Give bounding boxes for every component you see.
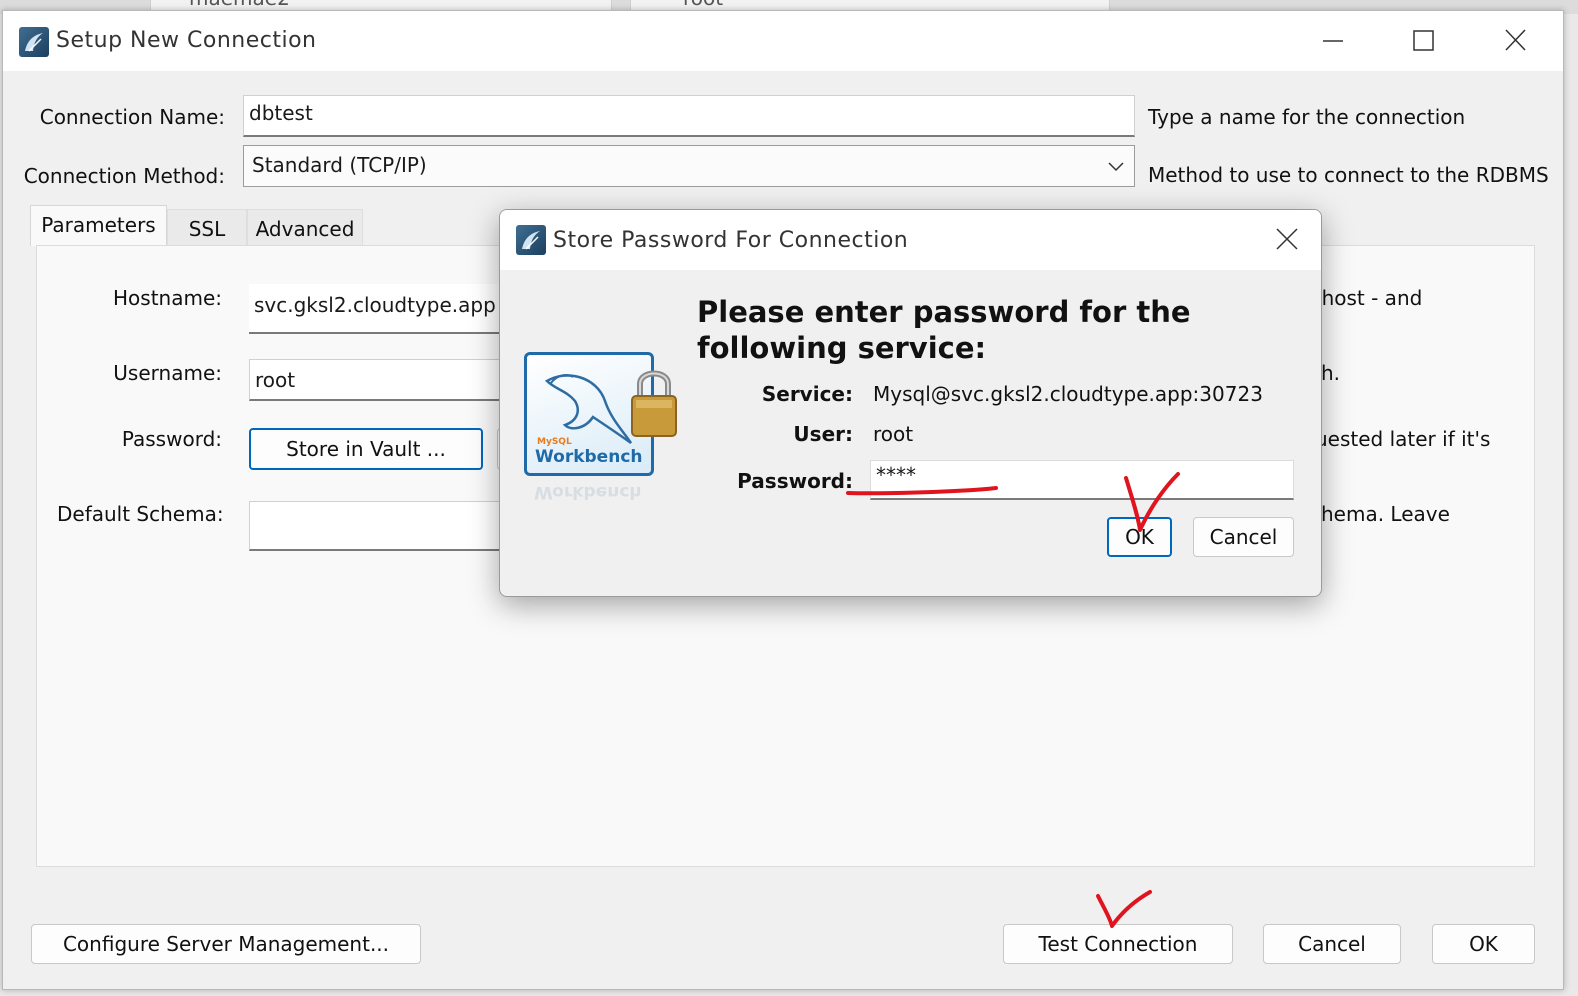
chevron-down-icon [1108, 162, 1124, 172]
close-button[interactable] [1495, 23, 1535, 59]
mysql-workbench-app-icon [19, 27, 49, 57]
test-connection-button[interactable]: Test Connection [1003, 924, 1233, 964]
dialog-password-input[interactable]: **** [870, 460, 1294, 500]
default-schema-hint: hema. Leave [1321, 502, 1450, 526]
dialog-heading-line1: Please enter password for the [697, 295, 1191, 329]
password-label: Password: [121, 427, 222, 451]
dialog-title: Store Password For Connection [553, 228, 909, 253]
window-title: Setup New Connection [56, 28, 317, 53]
logo-workbench-text: Workbench [535, 447, 643, 467]
hostname-label: Hostname: [113, 286, 222, 310]
dialog-heading: Please enter password for the following … [697, 294, 1191, 366]
configure-server-management-button[interactable]: Configure Server Management... [31, 924, 421, 964]
connection-name-hint: Type a name for the connection [1148, 105, 1466, 129]
dialog-cancel-button[interactable]: Cancel [1193, 517, 1294, 557]
password-hint: uested later if it's [1315, 427, 1491, 451]
username-label: Username: [113, 361, 222, 385]
background-tab-2-label: root [683, 0, 723, 10]
background-tab-1-label: maemae2 [189, 0, 290, 10]
connection-name-label: Connection Name: [39, 105, 225, 129]
dialog-titlebar: Store Password For Connection [500, 210, 1321, 270]
dialog-close-button[interactable] [1268, 222, 1308, 258]
connection-method-hint: Method to use to connect to the RDBMS [1148, 163, 1549, 187]
dialog-password-label: Password: [737, 469, 853, 493]
user-value: root [873, 422, 914, 446]
default-schema-input[interactable] [249, 501, 509, 551]
logo-mysql-text: MySQL [537, 437, 572, 447]
cancel-button[interactable]: Cancel [1263, 924, 1401, 964]
dialog-ok-button[interactable]: OK [1107, 517, 1172, 557]
store-password-dialog: Store Password For Connection MySQL Work… [499, 209, 1322, 597]
minimize-button[interactable] [1313, 23, 1353, 59]
ok-button[interactable]: OK [1432, 924, 1535, 964]
window-titlebar: Setup New Connection [3, 11, 1563, 71]
tab-advanced[interactable]: Advanced [247, 209, 363, 245]
padlock-icon [628, 362, 680, 440]
maximize-button[interactable] [1403, 23, 1443, 59]
tab-parameters[interactable]: Parameters [30, 205, 167, 246]
logo-reflection: Workbench [534, 482, 642, 502]
connection-method-select[interactable]: Standard (TCP/IP) [243, 145, 1135, 187]
dialog-heading-line2: following service: [697, 331, 987, 365]
hostname-input[interactable]: svc.gksl2.cloudtype.app [249, 284, 509, 334]
service-value: Mysql@svc.gksl2.cloudtype.app:30723 [873, 382, 1263, 406]
connection-name-input[interactable]: dbtest [243, 95, 1135, 137]
tab-ssl[interactable]: SSL [167, 209, 247, 245]
username-hint: h. [1321, 361, 1341, 385]
connection-method-label: Connection Method: [23, 164, 225, 188]
user-label: User: [793, 422, 853, 446]
hostname-hint: r host - and [1307, 286, 1423, 310]
service-label: Service: [761, 382, 853, 406]
username-input[interactable]: root [249, 359, 509, 401]
store-in-vault-button[interactable]: Store in Vault ... [249, 428, 483, 470]
connection-method-value: Standard (TCP/IP) [252, 153, 427, 177]
mysql-workbench-app-icon [516, 225, 546, 255]
default-schema-label: Default Schema: [57, 502, 224, 526]
